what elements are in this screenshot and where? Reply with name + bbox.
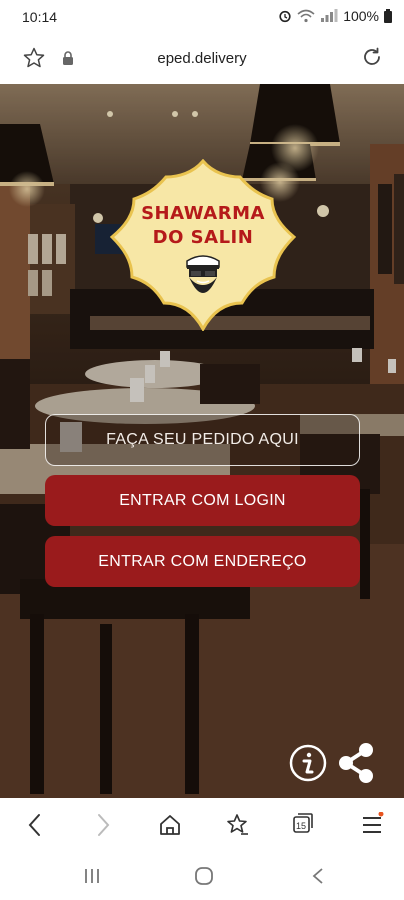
order-here-button[interactable]: FAÇA SEU PEDIDO AQUI bbox=[45, 414, 360, 466]
logo-title-line1: SHAWARMA bbox=[141, 203, 265, 224]
battery-icon bbox=[384, 9, 392, 23]
wifi-icon bbox=[297, 9, 315, 23]
tab-count: 15 bbox=[295, 821, 306, 831]
login-button[interactable]: ENTRAR COM LOGIN bbox=[45, 475, 360, 526]
status-time: 10:14 bbox=[22, 9, 58, 25]
system-navigation-bar bbox=[0, 854, 404, 900]
battery-percent: 100% bbox=[343, 8, 379, 24]
home-icon[interactable] bbox=[158, 812, 182, 838]
back-icon[interactable] bbox=[24, 812, 46, 838]
hero-section: SHAWARMA DO SALIN FAÇA SEU PEDIDO AQUI E… bbox=[0, 84, 404, 798]
restaurant-logo: SHAWARMA DO SALIN bbox=[109, 158, 297, 333]
signal-icon bbox=[321, 9, 338, 22]
home-nav-icon[interactable] bbox=[194, 866, 214, 886]
bookmarks-icon[interactable] bbox=[224, 812, 250, 838]
chef-mascot-icon bbox=[186, 255, 220, 293]
status-bar: 10:14 100% bbox=[0, 0, 404, 34]
info-icon[interactable] bbox=[289, 744, 327, 782]
enter-with-address-button[interactable]: ENTRAR COM ENDEREÇO bbox=[45, 536, 360, 587]
url-text[interactable]: eped.delivery bbox=[0, 50, 404, 67]
menu-icon[interactable] bbox=[360, 812, 384, 838]
logo-title-line2: DO SALIN bbox=[152, 227, 254, 248]
refresh-icon[interactable] bbox=[360, 45, 384, 69]
alarm-icon bbox=[279, 10, 291, 23]
back-nav-icon[interactable] bbox=[308, 866, 328, 886]
tabs-button[interactable]: 15 bbox=[292, 812, 314, 834]
recent-apps-icon[interactable] bbox=[82, 866, 102, 886]
forward-icon[interactable] bbox=[92, 812, 114, 838]
share-icon[interactable] bbox=[336, 742, 376, 784]
status-icons: 100% bbox=[278, 8, 392, 24]
browser-toolbar: 15 bbox=[0, 798, 404, 854]
address-bar: eped.delivery bbox=[0, 34, 404, 84]
